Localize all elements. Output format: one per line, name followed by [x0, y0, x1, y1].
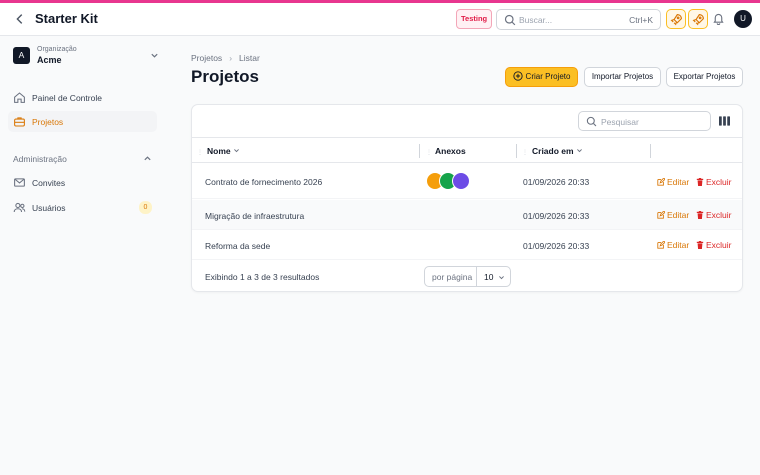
breadcrumb-list: Listar [239, 53, 260, 63]
user-avatar[interactable]: U [734, 10, 752, 28]
chevron-down-icon[interactable] [150, 51, 159, 60]
sidebar-item-label: Projetos [32, 117, 64, 127]
projects-table-card: Pesquisar ⋮ Nome ⋮ Anexos ⋮ Criado em Co… [191, 104, 743, 292]
global-search-input[interactable]: Buscar... Ctrl+K [496, 9, 661, 30]
create-project-button[interactable]: Criar Projeto [505, 67, 578, 87]
created-at: 01/09/2026 20:33 [523, 241, 590, 251]
sidebar-item-label: Usuários [32, 203, 66, 213]
mail-icon [14, 178, 25, 187]
breadcrumb: Projetos › Listar [191, 53, 260, 63]
sidebar-item-invites[interactable]: Convites [8, 172, 157, 193]
search-icon [504, 14, 516, 26]
drag-handle-icon[interactable]: ⋮ [426, 149, 432, 156]
column-label: Nome [207, 146, 231, 156]
sidebar-item-users[interactable]: Usuários 0 [8, 197, 157, 218]
sidebar-item-projects[interactable]: Projetos [8, 111, 157, 132]
edit-button[interactable]: Editar [657, 240, 689, 250]
delete-label: Excluir [706, 210, 732, 220]
edit-icon [657, 211, 665, 219]
drag-handle-icon[interactable]: ⋮ [522, 149, 528, 156]
users-icon [13, 202, 26, 213]
rocket-icon [670, 14, 682, 26]
bell-icon[interactable] [712, 12, 725, 25]
home-icon [14, 92, 25, 103]
edit-icon [657, 241, 665, 249]
app-title: Starter Kit [35, 11, 98, 26]
edit-icon [657, 178, 665, 186]
delete-label: Excluir [706, 240, 732, 250]
edit-label: Editar [667, 177, 690, 187]
chevron-left-icon[interactable] [13, 12, 27, 26]
sidebar-item-dashboard[interactable]: Painel de Controle [8, 87, 157, 108]
export-projects-button[interactable]: Exportar Projetos [666, 67, 743, 87]
per-page-divider [476, 267, 477, 286]
chevron-up-icon[interactable] [143, 154, 152, 163]
delete-button[interactable]: Excluir [696, 177, 732, 187]
rocket-icon [692, 14, 704, 26]
per-page-select[interactable]: por página 10 [424, 266, 511, 287]
column-divider[interactable] [516, 144, 517, 158]
sidebar-item-label: Painel de Controle [32, 93, 102, 103]
column-header-attachments: Anexos [435, 146, 466, 156]
trash-icon [696, 211, 704, 219]
table-row[interactable]: Reforma da sede 01/09/2026 20:33 Editar … [192, 230, 742, 260]
edit-button[interactable]: Editar [657, 210, 689, 220]
table-row[interactable]: Contrato de fornecimento 2026 01/09/2026… [192, 164, 742, 199]
chevron-down-icon [499, 276, 504, 280]
plus-circle-icon [512, 71, 523, 81]
project-name: Migração de infraestrutura [205, 211, 305, 221]
sidebar-group-label: Administração [13, 154, 67, 164]
columns-icon[interactable] [719, 116, 730, 126]
created-at: 01/09/2026 20:33 [523, 211, 590, 221]
created-at: 01/09/2026 20:33 [523, 177, 590, 187]
org-label: Organização [37, 46, 77, 53]
edit-button[interactable]: Editar [657, 177, 689, 187]
import-projects-button[interactable]: Importar Projetos [584, 67, 661, 87]
delete-label: Excluir [706, 177, 732, 187]
sidebar: A Organização Acme Painel de Controle Pr… [0, 36, 170, 475]
search-shortcut: Ctrl+K [629, 15, 653, 25]
project-name: Contrato de fornecimento 2026 [205, 177, 323, 187]
column-label: Criado em [532, 146, 574, 156]
sidebar-item-label: Convites [32, 178, 66, 188]
drag-handle-icon[interactable]: ⋮ [197, 149, 203, 156]
column-divider[interactable] [650, 144, 651, 158]
attachment-thumbnail[interactable] [452, 172, 470, 190]
delete-button[interactable]: Excluir [696, 240, 732, 250]
edit-label: Editar [667, 240, 690, 250]
column-header-name[interactable]: Nome [207, 146, 240, 156]
pagination-summary: Exibindo 1 a 3 de 3 resultados [205, 272, 320, 282]
search-icon [586, 116, 597, 127]
create-project-label: Criar Projeto [525, 72, 571, 81]
table-row[interactable]: Migração de infraestrutura 01/09/2026 20… [192, 200, 742, 230]
chevron-down-icon [576, 149, 582, 153]
attachments-stack[interactable] [426, 172, 472, 190]
column-divider[interactable] [419, 144, 420, 158]
edit-label: Editar [667, 210, 690, 220]
top-header: Starter Kit Testing Buscar... Ctrl+K U [0, 3, 760, 36]
project-name: Reforma da sede [205, 241, 271, 251]
users-count-badge: 0 [139, 201, 152, 214]
table-header: ⋮ Nome ⋮ Anexos ⋮ Criado em [192, 137, 742, 163]
per-page-label: por página [432, 272, 473, 282]
table-search-placeholder: Pesquisar [601, 117, 639, 127]
table-search-input[interactable]: Pesquisar [578, 111, 711, 131]
delete-button[interactable]: Excluir [696, 210, 732, 220]
breadcrumb-projects[interactable]: Projetos [191, 53, 222, 63]
environment-badge: Testing [456, 9, 493, 29]
rocket-button-2[interactable] [688, 9, 708, 29]
briefcase-icon [14, 117, 25, 127]
trash-icon [696, 178, 704, 186]
page-title: Projetos [191, 67, 260, 86]
rocket-button-1[interactable] [666, 9, 686, 29]
org-name[interactable]: Acme [37, 55, 62, 65]
column-header-created[interactable]: Criado em [532, 146, 583, 156]
per-page-value: 10 [484, 272, 494, 282]
chevron-down-icon [233, 149, 239, 153]
search-placeholder: Buscar... [519, 15, 553, 25]
org-avatar[interactable]: A [13, 47, 30, 64]
trash-icon [696, 241, 704, 249]
chevron-right-icon: › [229, 53, 233, 63]
